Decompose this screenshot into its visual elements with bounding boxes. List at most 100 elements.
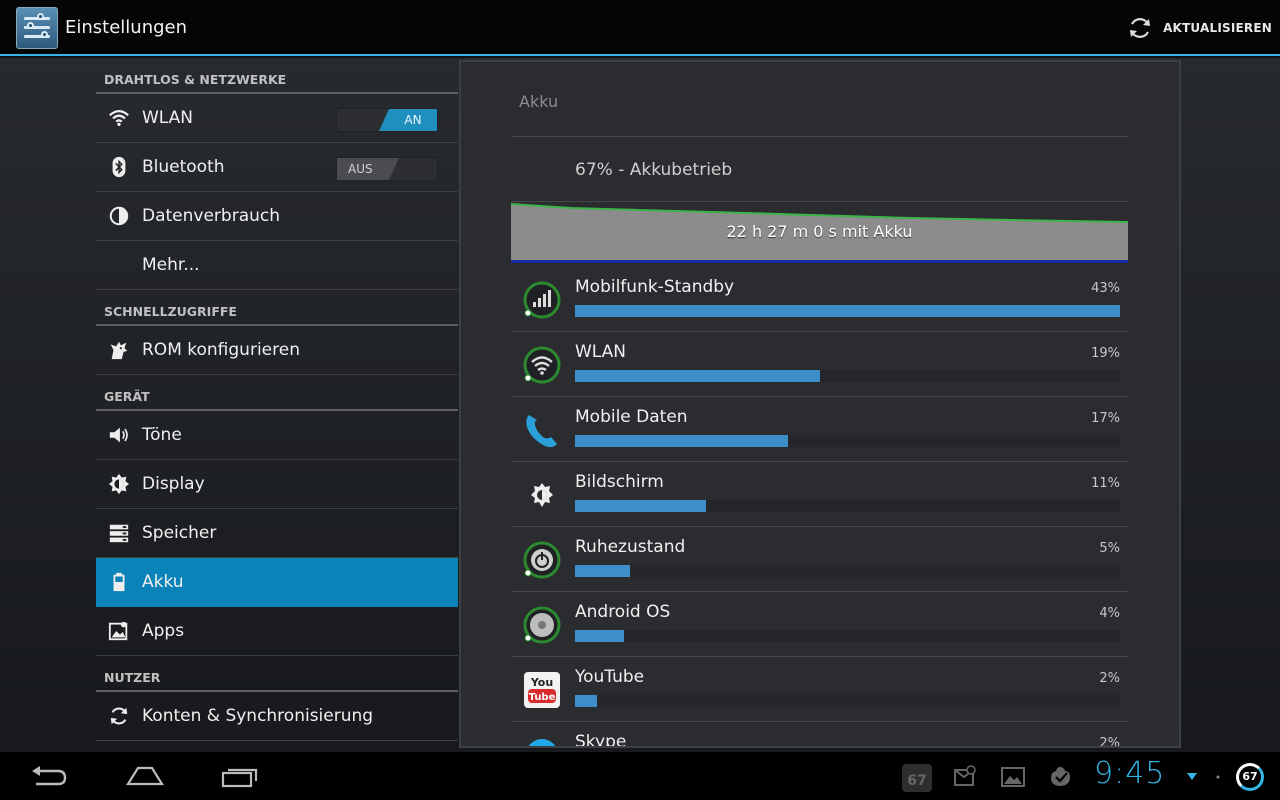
svg-text:Tube: Tube bbox=[529, 692, 556, 703]
usage-bar-track bbox=[575, 565, 1120, 577]
section-header-user: NUTZER bbox=[96, 656, 458, 692]
sidebar-item-sound[interactable]: Töne bbox=[96, 411, 458, 460]
usage-bar-fill bbox=[575, 630, 625, 642]
sidebar-item-label: Datenverbrauch bbox=[142, 206, 281, 226]
sidebar-item-data-usage[interactable]: Datenverbrauch bbox=[96, 192, 458, 241]
image-icon[interactable] bbox=[1000, 765, 1026, 789]
usage-name: Ruhezustand bbox=[575, 537, 686, 557]
brightness-icon bbox=[96, 473, 142, 495]
home-icon[interactable] bbox=[126, 764, 164, 788]
sidebar-item-label: Töne bbox=[142, 425, 182, 445]
sidebar-item-wlan[interactable]: WLAN AN bbox=[96, 94, 458, 143]
sidebar-item-accounts[interactable]: Konten & Synchronisierung bbox=[96, 692, 458, 741]
usage-row[interactable]: You Tube YouTube 2% bbox=[511, 657, 1128, 722]
usage-row[interactable]: Mobile Daten 17% bbox=[511, 397, 1128, 462]
sidebar-item-label: ROM konfigurieren bbox=[142, 340, 300, 360]
signal-indicator-icon bbox=[1187, 773, 1197, 780]
usage-percent: 2% bbox=[1099, 671, 1120, 686]
usage-percent: 4% bbox=[1099, 606, 1120, 621]
section-header-quick: SCHNELLZUGRIFFE bbox=[96, 290, 458, 326]
power-icon bbox=[523, 541, 561, 579]
notification-badge-icon[interactable]: 67 bbox=[902, 764, 932, 792]
settings-app-icon[interactable] bbox=[16, 7, 58, 49]
page-title: Einstellungen bbox=[65, 17, 188, 38]
usage-name: WLAN bbox=[575, 342, 627, 362]
bluetooth-toggle[interactable]: AUS bbox=[336, 157, 438, 181]
sidebar-item-more[interactable]: Mehr... bbox=[96, 241, 458, 290]
usage-percent: 5% bbox=[1099, 541, 1120, 556]
sidebar-item-battery[interactable]: Akku bbox=[96, 558, 458, 607]
sidebar-item-label: Mehr... bbox=[142, 255, 200, 275]
usage-bar-fill bbox=[575, 565, 630, 577]
battery-status: 67% - Akkubetrieb bbox=[575, 160, 733, 180]
usage-bar-fill bbox=[575, 500, 706, 512]
battery-duration-label: 22 h 27 m 0 s mit Akku bbox=[726, 222, 913, 241]
settings-list[interactable]: DRAHTLOS & NETZWERKE WLAN AN Bluetooth A… bbox=[96, 58, 458, 752]
apps-icon bbox=[96, 620, 142, 642]
sidebar-item-label: Apps bbox=[142, 621, 185, 641]
system-navbar: 67 9:45 67 bbox=[0, 752, 1280, 800]
sidebar-item-storage[interactable]: Speicher bbox=[96, 509, 458, 558]
usage-bar-fill bbox=[575, 370, 821, 382]
battery-level-indicator[interactable]: 67 bbox=[1236, 763, 1264, 791]
usage-name: Skype bbox=[575, 732, 627, 748]
email-error-icon[interactable] bbox=[952, 765, 978, 789]
sidebar-item-label: Konten & Synchronisierung bbox=[142, 706, 374, 726]
section-header-wireless: DRAHTLOS & NETZWERKE bbox=[96, 58, 458, 94]
sidebar-item-bluetooth[interactable]: Bluetooth AUS bbox=[96, 143, 458, 192]
usage-percent: 11% bbox=[1091, 476, 1120, 491]
sidebar-item-partial[interactable] bbox=[96, 741, 458, 752]
usage-bar-fill bbox=[575, 435, 788, 447]
usage-bar-track bbox=[575, 305, 1120, 317]
usage-name: Mobile Daten bbox=[575, 407, 688, 427]
usage-row[interactable]: Android OS 4% bbox=[511, 592, 1128, 657]
sidebar-item-rom[interactable]: ROM konfigurieren bbox=[96, 326, 458, 375]
usage-row[interactable]: Bildschirm 11% bbox=[511, 462, 1128, 527]
usage-bar-fill bbox=[575, 695, 597, 707]
wifi-indicator-icon bbox=[1216, 775, 1220, 779]
action-bar: Einstellungen AKTUALISIEREN bbox=[0, 0, 1280, 56]
download-done-icon[interactable] bbox=[1048, 765, 1074, 789]
sidebar-item-label: WLAN bbox=[142, 108, 194, 128]
back-icon[interactable] bbox=[30, 765, 68, 787]
toggle-on-label: AN bbox=[379, 109, 437, 131]
usage-name: YouTube bbox=[575, 667, 645, 687]
speaker-icon bbox=[96, 424, 142, 446]
usage-bar-track bbox=[575, 695, 1120, 707]
usage-bar-track bbox=[575, 370, 1120, 382]
usage-percent: 2% bbox=[1099, 736, 1120, 748]
brightness-icon bbox=[531, 483, 553, 507]
unicorn-icon bbox=[96, 339, 142, 361]
refresh-label: AKTUALISIEREN bbox=[1163, 21, 1272, 35]
clock[interactable]: 9:45 bbox=[1094, 756, 1165, 791]
sidebar-item-label: Speicher bbox=[142, 523, 217, 543]
cell-signal-icon bbox=[523, 281, 561, 319]
sidebar-item-display[interactable]: Display bbox=[96, 460, 458, 509]
svg-text:You: You bbox=[530, 676, 553, 689]
refresh-button[interactable]: AKTUALISIEREN bbox=[1127, 14, 1272, 42]
usage-row[interactable]: Ruhezustand 5% bbox=[511, 527, 1128, 592]
refresh-icon bbox=[1130, 18, 1151, 38]
phone-icon bbox=[526, 415, 557, 448]
sidebar-item-label: Akku bbox=[142, 572, 184, 592]
usage-name: Android OS bbox=[575, 602, 671, 622]
sidebar-item-label: Bluetooth bbox=[142, 157, 225, 177]
usage-row[interactable]: Skype 2% bbox=[511, 722, 1128, 748]
usage-row[interactable]: WLAN 19% bbox=[511, 332, 1128, 397]
section-header-device: GERÄT bbox=[96, 375, 458, 411]
skype-icon bbox=[528, 739, 556, 746]
toggle-off-label: AUS bbox=[337, 158, 399, 180]
usage-row[interactable]: Mobilfunk-Standby 43% bbox=[511, 267, 1128, 332]
battery-panel[interactable]: Akku 67% - Akkubetrieb 22 h 27 m 0 s mit… bbox=[459, 60, 1181, 748]
usage-name: Bildschirm bbox=[575, 472, 664, 492]
sidebar-item-apps[interactable]: Apps bbox=[96, 607, 458, 656]
usage-name: Mobilfunk-Standby bbox=[575, 277, 735, 297]
panel-title: Akku bbox=[519, 92, 559, 111]
recent-apps-icon[interactable] bbox=[221, 764, 259, 788]
wifi-icon bbox=[523, 346, 561, 384]
sync-icon bbox=[96, 705, 142, 727]
wlan-toggle[interactable]: AN bbox=[336, 108, 438, 132]
usage-bar-track bbox=[575, 435, 1120, 447]
data-usage-icon bbox=[96, 205, 142, 227]
usage-percent: 17% bbox=[1091, 411, 1120, 426]
